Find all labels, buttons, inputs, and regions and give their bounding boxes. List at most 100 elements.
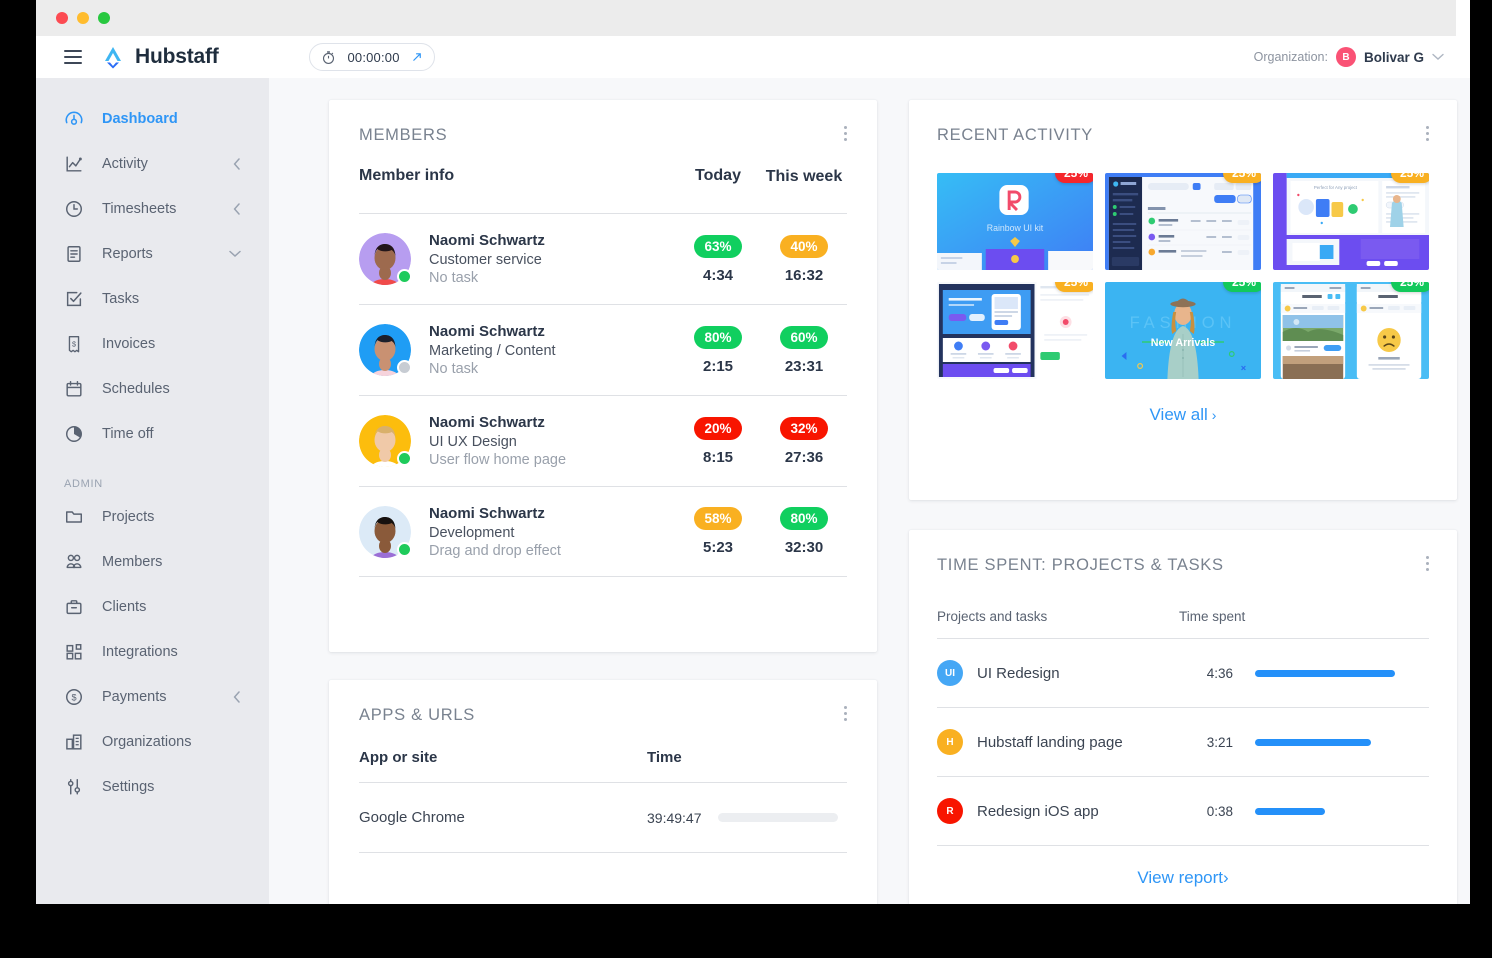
chevron-down-icon[interactable] — [229, 250, 241, 258]
chevron-left-icon[interactable] — [233, 690, 241, 703]
sidebar-item-activity[interactable]: Activity — [36, 141, 269, 186]
sidebar-item-members[interactable]: Members — [36, 539, 269, 584]
view-report-label: View report — [1137, 868, 1223, 887]
kebab-menu-icon[interactable] — [1426, 126, 1429, 141]
organization-selector[interactable]: Organization: B Bolivar G — [1254, 47, 1444, 67]
sidebar-item-label: Organizations — [102, 733, 192, 750]
sidebar-item-settings[interactable]: Settings — [36, 764, 269, 809]
member-name: Naomi Schwartz — [429, 504, 545, 522]
week-cell: 60% 23:31 — [761, 325, 847, 375]
page-title: RECENT ACTIVITY — [937, 126, 1093, 144]
sidebar-item-label: Dashboard — [102, 110, 178, 127]
member-info: Naomi Schwartz Customer service No task — [429, 232, 675, 286]
sidebar-item-schedules[interactable]: Schedules — [36, 366, 269, 411]
sidebar-item-label: Timesheets — [102, 200, 177, 217]
activity-thumbnail[interactable]: 25% — [937, 282, 1093, 379]
hamburger-icon[interactable] — [64, 50, 82, 64]
kebab-menu-icon[interactable] — [844, 126, 847, 141]
timer-widget[interactable]: 00:00:00 — [308, 43, 435, 71]
activity-thumbnail[interactable]: FASHION New Arrivals 25% — [1105, 282, 1261, 379]
sidebar-item-time-off[interactable]: Time off — [36, 411, 269, 456]
window-minimize-button[interactable] — [77, 12, 89, 24]
activity-thumbnail[interactable]: Rainbow UI kit 25% — [937, 173, 1093, 270]
page-title: MEMBERS — [359, 126, 448, 144]
time-spent-bar — [1255, 669, 1395, 677]
sidebar-item-label: Clients — [102, 598, 147, 615]
folder-icon — [64, 507, 84, 527]
sidebar-item-organizations[interactable]: Organizations — [36, 719, 269, 764]
activity-percent-badge: 25% — [1222, 282, 1261, 292]
sidebar-item-timesheets[interactable]: Timesheets — [36, 186, 269, 231]
expand-arrow-icon[interactable] — [412, 52, 423, 63]
activity-thumbnail[interactable]: 25% — [1105, 173, 1261, 270]
week-cell: 40% 16:32 — [761, 234, 847, 284]
activity-thumbnail-grid: Rainbow UI kit 25% 25% Perfect for Any p… — [937, 173, 1429, 379]
sidebar-item-dashboard[interactable]: Dashboard — [36, 96, 269, 141]
kebab-menu-icon[interactable] — [844, 706, 847, 721]
project-cell: H Hubstaff landing page — [937, 729, 1179, 755]
kebab-menu-icon[interactable] — [1426, 556, 1429, 571]
sidebar-item-label: Tasks — [102, 290, 140, 307]
sidebar-item-integrations[interactable]: Integrations — [36, 629, 269, 674]
view-all-label: View all — [1149, 405, 1208, 424]
app-time-cell: 39:49:47 — [647, 810, 847, 826]
window-maximize-button[interactable] — [98, 12, 110, 24]
receipt-icon: $ — [64, 334, 84, 354]
view-report-link[interactable]: View report› — [937, 868, 1429, 888]
activity-thumbnail[interactable]: 25% — [1273, 282, 1429, 379]
svg-text:$: $ — [72, 339, 76, 348]
week-cell: 80% 32:30 — [761, 507, 847, 556]
table-row[interactable]: UI UI Redesign 4:36 — [937, 639, 1429, 708]
window-close-button[interactable] — [56, 12, 68, 24]
view-all-link[interactable]: View all › — [937, 405, 1429, 425]
time-spent-cell: 0:38 — [1179, 804, 1429, 819]
table-row[interactable]: Naomi Schwartz Development Drag and drop… — [359, 486, 847, 577]
app-header: Hubstaff 00:00:00 Organization: B Boliva… — [36, 36, 1470, 78]
sidebar-item-reports[interactable]: Reports — [36, 231, 269, 276]
table-row[interactable]: Google Chrome 39:49:47 — [359, 783, 847, 853]
app-time: 39:49:47 — [647, 809, 702, 826]
member-task: No task — [429, 361, 479, 377]
table-row[interactable]: Naomi Schwartz Marketing / Content No ta… — [359, 304, 847, 395]
speedometer-icon — [64, 109, 84, 129]
sidebar-item-clients[interactable]: Clients — [36, 584, 269, 629]
week-cell: 32% 27:36 — [761, 416, 847, 466]
today-time: 8:15 — [702, 448, 734, 466]
apps-card-header: APPS & URLS — [359, 706, 847, 725]
activity-thumbnail[interactable]: Perfect for Any project 25% — [1273, 173, 1429, 270]
table-row[interactable]: Naomi Schwartz Customer service No task … — [359, 213, 847, 304]
chevron-left-icon[interactable] — [233, 157, 241, 170]
sidebar-item-label: Projects — [102, 508, 155, 525]
week-time: 16:32 — [784, 266, 824, 284]
table-row[interactable]: H Hubstaff landing page 3:21 — [937, 708, 1429, 777]
clock-icon — [64, 199, 84, 219]
today-percent-badge: 20% — [694, 416, 742, 440]
column-header-time: Time — [647, 749, 682, 766]
today-cell: 58% 5:23 — [675, 507, 761, 556]
sidebar-item-invoices[interactable]: $ Invoices — [36, 321, 269, 366]
brand-logo[interactable]: Hubstaff — [100, 44, 219, 70]
apps-column-headers: App or site Time — [359, 725, 847, 783]
time-card-header: TIME SPENT: PROJECTS & TASKS — [937, 556, 1429, 575]
project-avatar: UI — [937, 660, 963, 686]
member-role: Customer service — [429, 252, 542, 268]
table-row[interactable]: Naomi Schwartz UI UX Design User flow ho… — [359, 395, 847, 486]
today-cell: 63% 4:34 — [675, 234, 761, 284]
checkbox-icon — [64, 289, 84, 309]
organization-label: Organization: — [1253, 50, 1328, 64]
column-header-this-week: This week — [765, 168, 843, 185]
activity-percent-badge: 25% — [1390, 282, 1429, 292]
project-name: UI Redesign — [977, 664, 1060, 682]
sidebar-item-payments[interactable]: $ Payments — [36, 674, 269, 719]
today-time: 4:34 — [702, 266, 734, 284]
chevron-down-icon[interactable] — [1432, 53, 1444, 61]
time-spent-bar — [1255, 738, 1371, 746]
time-spent-value: 3:21 — [1206, 734, 1233, 750]
chevron-left-icon[interactable] — [233, 202, 241, 215]
sidebar-item-projects[interactable]: Projects — [36, 494, 269, 539]
table-row[interactable]: R Redesign iOS app 0:38 — [937, 777, 1429, 846]
time-spent-cell: 3:21 — [1179, 735, 1429, 750]
time-spent-value: 0:38 — [1206, 803, 1233, 819]
svg-text:Perfect for Any project: Perfect for Any project — [1314, 185, 1358, 190]
sidebar-item-tasks[interactable]: Tasks — [36, 276, 269, 321]
